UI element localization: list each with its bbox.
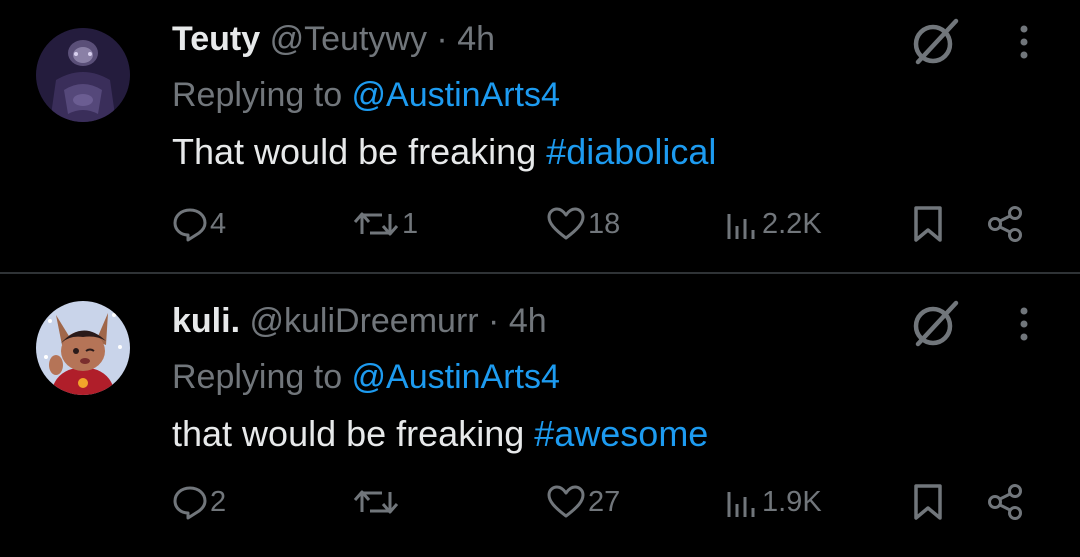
tweet-text-body: That would be freaking (172, 131, 547, 172)
retweet-count: 1 (402, 207, 419, 240)
more-options-icon[interactable] (1014, 296, 1034, 352)
timestamp[interactable]: 4h (457, 20, 495, 58)
timestamp[interactable]: 4h (509, 302, 547, 340)
retweet-button[interactable] (352, 477, 402, 527)
action-bar: 4 1 18 2.2K (0, 199, 1080, 249)
share-icon (988, 206, 1022, 242)
reply-count: 4 (210, 207, 227, 240)
share-button[interactable] (986, 477, 1026, 527)
views-button[interactable]: 2.2K (724, 199, 822, 249)
replying-prefix: Replying to (172, 76, 352, 114)
separator: · (436, 20, 448, 58)
not-interested-icon[interactable] (906, 14, 962, 70)
mention-link[interactable]: @AustinArts4 (352, 358, 560, 396)
like-count: 27 (588, 485, 621, 518)
like-button[interactable]: 27 (546, 477, 620, 527)
mention-link[interactable]: @AustinArts4 (352, 76, 560, 114)
tweet-text: that would be freaking #awesome (172, 413, 708, 455)
replying-to: Replying to @AustinArts4 (172, 75, 560, 115)
view-count: 1.9K (762, 485, 822, 518)
reply-button[interactable]: 4 (172, 199, 226, 249)
retweet-button[interactable]: 1 (352, 199, 418, 249)
dark-figure-avatar-icon (36, 28, 130, 122)
like-button[interactable]: 18 (546, 199, 620, 249)
like-icon (547, 207, 585, 240)
user-handle[interactable]: @Teutywy (270, 20, 427, 58)
replying-prefix: Replying to (172, 358, 352, 396)
reply-count: 2 (210, 485, 227, 518)
avatar[interactable] (36, 301, 130, 395)
retweet-icon (353, 212, 399, 236)
more-options-icon[interactable] (1014, 14, 1034, 70)
replying-to: Replying to @AustinArts4 (172, 357, 560, 397)
bookmark-button[interactable] (910, 477, 946, 527)
tweet-text: That would be freaking #diabolical (172, 131, 716, 173)
reply-icon (173, 208, 207, 242)
user-handle[interactable]: @kuliDreemurr (249, 302, 478, 340)
action-bar: 2 27 1.9K (0, 477, 1080, 527)
tweet-text-body: that would be freaking (172, 413, 535, 454)
not-interested-icon[interactable] (906, 296, 962, 352)
bookmark-icon (914, 206, 942, 242)
like-count: 18 (588, 207, 621, 240)
reply-icon (173, 486, 207, 520)
avatar[interactable] (36, 28, 130, 122)
bookmark-button[interactable] (910, 199, 946, 249)
tweet[interactable]: Teuty @Teutywy · 4h Replying to @AustinA… (0, 0, 1080, 272)
share-button[interactable] (986, 199, 1026, 249)
tweet-header: Teuty @Teutywy · 4h (172, 19, 495, 59)
tweet-header: kuli. @kuliDreemurr · 4h (172, 301, 547, 341)
hashtag-link[interactable]: #awesome (534, 413, 708, 454)
view-count: 2.2K (762, 207, 822, 240)
tweet[interactable]: kuli. @kuliDreemurr · 4h Replying to @Au… (0, 274, 1080, 557)
hashtag-link[interactable]: #diabolical (546, 131, 716, 172)
views-icon (727, 214, 755, 239)
views-button[interactable]: 1.9K (724, 477, 822, 527)
display-name[interactable]: kuli. (172, 302, 240, 340)
reply-button[interactable]: 2 (172, 477, 226, 527)
separator: · (488, 302, 500, 340)
fox-character-avatar-icon (36, 301, 130, 395)
retweet-icon (353, 490, 399, 514)
like-icon (547, 485, 585, 518)
views-icon (727, 492, 755, 517)
share-icon (988, 484, 1022, 520)
display-name[interactable]: Teuty (172, 20, 260, 58)
bookmark-icon (914, 484, 942, 520)
